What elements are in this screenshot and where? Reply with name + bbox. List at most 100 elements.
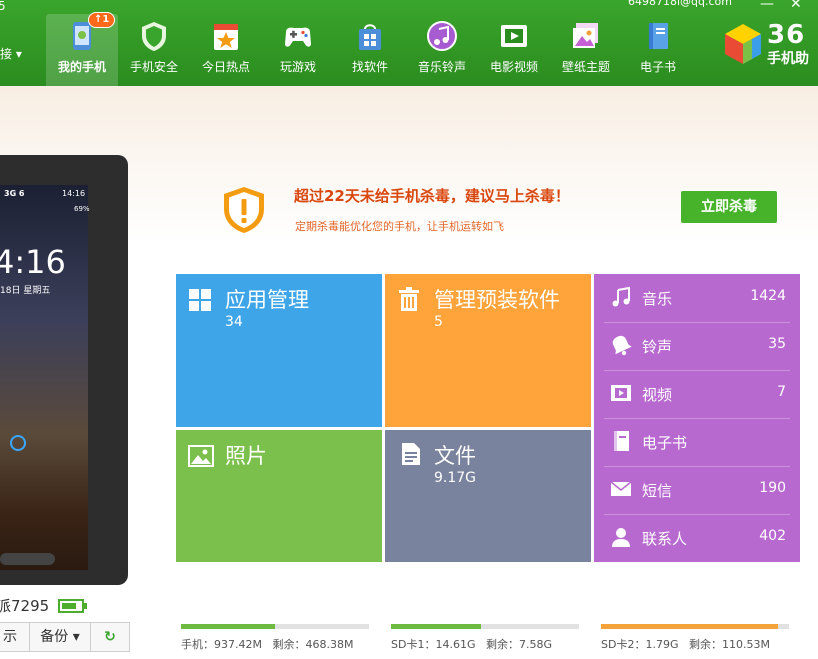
media-label: 电子书 <box>642 434 688 452</box>
book-icon <box>649 23 668 49</box>
backup-dropdown-button[interactable]: 备份 ▾ <box>29 622 91 652</box>
tile-count: 9.17G <box>434 470 477 486</box>
storage-total: SD卡1：14.61G <box>391 638 476 651</box>
star-calendar-icon <box>214 24 238 50</box>
storage-used-bar <box>181 624 275 629</box>
nav-label: 玩游戏 <box>279 60 316 74</box>
warning-shield-icon <box>224 187 264 233</box>
minimize-button[interactable]: — <box>760 0 774 12</box>
nav-phone-security[interactable]: 手机安全 <box>118 14 190 86</box>
storage-text: 手机：937.42M 剩余：468.38M <box>181 636 353 652</box>
nav-label: 壁纸主题 <box>561 60 610 74</box>
user-email[interactable]: 6498718l@qq.com <box>628 0 732 8</box>
gamepad-icon <box>285 27 311 47</box>
nav-label: 电影视频 <box>489 60 538 74</box>
storage-track <box>391 624 579 629</box>
media-item-music[interactable]: 音乐 1424 <box>604 274 790 323</box>
envelope-icon <box>610 481 632 496</box>
logo-cube-icon <box>725 24 761 64</box>
media-label: 铃声 <box>642 338 673 356</box>
nav-label: 我的手机 <box>57 60 106 74</box>
storage-total: SD卡2：1.79G <box>601 638 679 651</box>
device-name: 派7295 <box>0 597 50 615</box>
music-icon <box>612 286 630 307</box>
book-icon <box>614 431 629 451</box>
nav-find-software[interactable]: 找软件 <box>334 14 406 86</box>
refresh-button[interactable]: ↻ <box>90 622 130 652</box>
media-item-sms[interactable]: 短信 190 <box>604 466 790 515</box>
nav-movies-videos[interactable]: 电影视频 <box>478 14 550 86</box>
media-item-videos[interactable]: 视频 7 <box>604 370 790 419</box>
preinstalled-software-tile[interactable]: 管理预装软件 5 <box>385 274 591 427</box>
person-icon <box>612 528 630 547</box>
storage-total: 手机：937.42M <box>181 638 262 651</box>
music-disc-icon <box>427 21 457 51</box>
nav-label: 电子书 <box>639 60 676 74</box>
nav-label: 今日热点 <box>201 60 250 74</box>
app-logo: 36 手机助 <box>723 20 818 70</box>
nav-music-ringtones[interactable]: 音乐铃声 <box>406 14 478 86</box>
film-play-icon <box>501 25 527 47</box>
media-count: 402 <box>759 528 786 544</box>
nav-games[interactable]: 玩游戏 <box>262 14 334 86</box>
media-item-ebooks[interactable]: 电子书 <box>604 418 790 467</box>
storage-free: 剩余：7.58G <box>485 638 552 651</box>
storage-used-bar <box>601 624 778 629</box>
media-count: 7 <box>777 384 786 400</box>
media-label: 短信 <box>642 482 673 500</box>
nav-my-phone[interactable]: ↑1 我的手机 <box>46 12 118 86</box>
document-icon <box>402 443 420 465</box>
nav-today-hot[interactable]: 今日热点 <box>190 14 262 86</box>
grid-apps-icon <box>189 289 211 311</box>
tile-title: 应用管理 <box>225 288 309 312</box>
battery-percent: 69% <box>74 205 90 213</box>
media-label: 联系人 <box>642 530 688 548</box>
media-label: 音乐 <box>642 290 673 308</box>
status-time: 14:16 <box>62 189 86 198</box>
close-button[interactable]: ✕ <box>790 0 802 12</box>
signal-text: 3G 6 <box>4 189 25 198</box>
media-label: 视频 <box>642 386 673 404</box>
photo-icon <box>188 445 214 467</box>
app-management-tile[interactable]: 应用管理 34 <box>176 274 382 427</box>
photos-tile[interactable]: 照片 <box>176 430 382 562</box>
files-tile[interactable]: 文件 9.17G <box>385 430 591 562</box>
tile-title: 管理预装软件 <box>434 288 560 312</box>
nav-label: 音乐铃声 <box>417 60 466 74</box>
media-count: 1424 <box>750 288 786 304</box>
storage-text: SD卡2：1.79G 剩余：110.53M <box>601 636 770 652</box>
account-line-1: 5 <box>0 0 6 13</box>
tile-count: 5 <box>434 314 443 330</box>
nav-wallpapers-themes[interactable]: 壁纸主题 <box>550 14 622 86</box>
top-toolbar: 5 接 ▾ 6498718l@qq.com — ✕ ↑1 我的手机 手机安全 今… <box>0 0 818 86</box>
film-icon <box>611 385 631 401</box>
tile-title: 照片 <box>225 444 267 468</box>
media-panel: 音乐 1424 铃声 35 视频 7 电子书 短信 190 联系人 402 <box>594 274 800 562</box>
nav-label: 找软件 <box>351 60 388 74</box>
media-item-ringtones[interactable]: 铃声 35 <box>604 322 790 371</box>
phone-screen: 3G 6 14:16 69% 4:16 18日 星期五 <box>0 185 90 570</box>
storage-free: 剩余：110.53M <box>688 638 770 651</box>
phone-home-bar <box>0 553 55 565</box>
storage-text: SD卡1：14.61G 剩余：7.58G <box>391 636 552 652</box>
picture-icon <box>573 23 598 48</box>
tile-title: 文件 <box>434 444 476 468</box>
scan-virus-button[interactable]: 立即杀毒 <box>681 191 777 223</box>
bell-icon <box>612 335 632 356</box>
show-button[interactable]: 示 <box>0 622 30 652</box>
lockscreen-clock: 4:16 <box>0 243 66 281</box>
shield-icon <box>142 22 166 51</box>
account-connect-menu[interactable]: 接 ▾ <box>0 46 22 62</box>
shopping-bag-icon <box>359 24 381 50</box>
storage-track <box>601 624 789 629</box>
virus-scan-alert-subtitle: 定期杀毒能优化您的手机，让手机运转如飞 <box>295 220 504 233</box>
nav-label: 手机安全 <box>129 60 178 74</box>
trash-icon <box>399 287 419 311</box>
media-count: 35 <box>768 336 786 352</box>
storage-used-bar <box>391 624 482 629</box>
nav-ebooks[interactable]: 电子书 <box>622 14 694 86</box>
lockscreen-date: 18日 星期五 <box>0 286 51 296</box>
media-item-contacts[interactable]: 联系人 402 <box>604 514 790 562</box>
storage-track <box>181 624 369 629</box>
update-badge: ↑1 <box>88 12 116 28</box>
